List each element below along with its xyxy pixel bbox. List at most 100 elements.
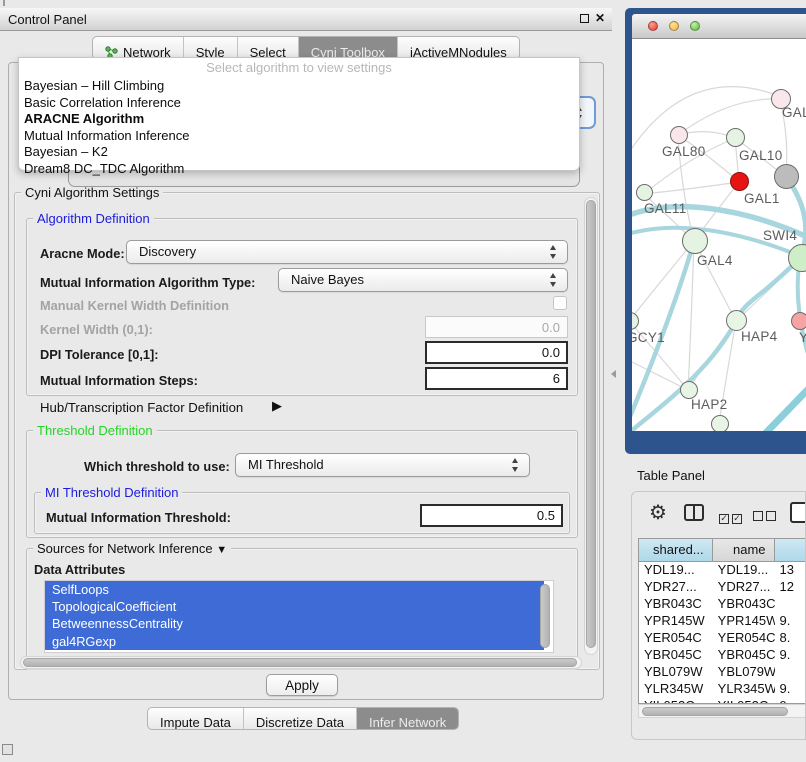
attributes-vscroll-thumb[interactable]: [540, 584, 550, 648]
aracne-mode-label: Aracne Mode:: [40, 246, 125, 261]
table-row[interactable]: YBR043CYBR043C: [639, 596, 806, 613]
table-horizontal-scrollbar[interactable]: [638, 704, 806, 718]
sources-title-text: Sources for Network Inference: [37, 541, 213, 556]
aracne-mode-combo[interactable]: Discovery: [126, 240, 568, 264]
network-node-gal80[interactable]: [670, 126, 688, 144]
columns-icon[interactable]: [684, 504, 704, 521]
deselect-checkboxes-icon[interactable]: [753, 508, 776, 526]
network-node-gal1[interactable]: [730, 172, 749, 191]
tab-infer-network[interactable]: Infer Network: [357, 708, 458, 730]
control-panel-titlebar: Control Panel ✕: [0, 8, 612, 31]
threshold-definition-title: Threshold Definition: [33, 423, 157, 438]
attribute-topologicalcoefficient[interactable]: TopologicalCoefficient: [45, 598, 544, 615]
node-label: GCY1: [632, 330, 665, 345]
algorithm-item-bayesian-hill-climbing[interactable]: Bayesian – Hill Climbing: [19, 77, 579, 94]
attribute-betweennesscentrality[interactable]: BetweennessCentrality: [45, 615, 544, 632]
mi-threshold-field[interactable]: 0.5: [420, 504, 563, 527]
table-hscroll-thumb[interactable]: [642, 707, 788, 716]
node-label: GAL1: [744, 191, 780, 206]
column-header-name[interactable]: name: [713, 539, 775, 562]
network-node-gal11[interactable]: [636, 184, 653, 201]
mi-steps-field[interactable]: 6: [425, 367, 568, 390]
network-node-gal4[interactable]: [682, 228, 708, 254]
tab-discretize-data[interactable]: Discretize Data: [244, 708, 357, 730]
apply-button[interactable]: Apply: [266, 674, 338, 696]
network-node-hap4[interactable]: [726, 310, 747, 331]
table-panel-title: Table Panel: [637, 468, 705, 483]
settings-horizontal-scrollbar[interactable]: [20, 656, 582, 669]
table-row[interactable]: YDL19...YDL19...13: [639, 562, 806, 579]
network-canvas[interactable]: GAL GAL80 GAL10 GAL1 GAL11 SWI4 GAL4 GCY…: [632, 39, 806, 431]
node-label: HAP4: [741, 329, 777, 344]
column-header-partial[interactable]: [775, 539, 806, 562]
select-all-checkboxes-icon[interactable]: ✓✓: [719, 508, 742, 526]
which-threshold-value: MI Threshold: [248, 457, 324, 472]
tab-impute-data[interactable]: Impute Data: [148, 708, 244, 730]
mi-threshold-label: Mutual Information Threshold:: [46, 510, 231, 525]
node-label: HAP2: [691, 397, 727, 412]
stepper-arrows-icon: [549, 245, 558, 259]
table-row[interactable]: YLR345WYLR345W9.: [639, 681, 806, 698]
minimize-traffic-light-icon[interactable]: [669, 21, 679, 31]
control-panel-title: Control Panel: [8, 12, 87, 27]
table-header-row: shared... name: [639, 539, 806, 562]
manual-kernel-checkbox[interactable]: [553, 296, 567, 310]
table-row[interactable]: YER054CYER054C8.: [639, 630, 806, 647]
hub-definition-label[interactable]: Hub/Transcription Factor Definition: [40, 400, 243, 415]
column-header-shared-name[interactable]: shared...: [639, 539, 713, 562]
settings-group-title: Cyni Algorithm Settings: [21, 185, 163, 200]
dpi-tolerance-field[interactable]: 0.0: [425, 341, 568, 364]
close-icon[interactable]: ✕: [595, 11, 605, 25]
attribute-table: shared... name YDL19...YDL19...13 YDR27.…: [638, 538, 806, 704]
bottom-tabbar: Impute Data Discretize Data Infer Networ…: [147, 707, 459, 730]
table-panel: ⚙ ✓✓ shared... name YDL19...YDL19...13 Y…: [631, 491, 806, 740]
table-row[interactable]: YDR27...YDR27...12: [639, 579, 806, 596]
manual-kernel-label: Manual Kernel Width Definition: [40, 298, 229, 313]
node-label: GAL80: [662, 144, 706, 159]
table-row[interactable]: YBL079WYBL079W: [639, 664, 806, 681]
node-label: Y: [799, 330, 806, 345]
network-node-bottom[interactable]: [711, 415, 729, 431]
which-threshold-combo[interactable]: MI Threshold: [235, 453, 530, 477]
algorithm-item-basic-correlation[interactable]: Basic Correlation Inference: [19, 94, 579, 111]
algorithm-dropdown-popup: Select algorithm to view settings Bayesi…: [18, 57, 580, 171]
zoom-traffic-light-icon[interactable]: [690, 21, 700, 31]
mi-type-value: Naive Bayes: [291, 272, 364, 287]
algorithm-item-dream8[interactable]: Dream8 DC_TDC Algorithm: [19, 160, 579, 177]
algorithm-item-mutual-information[interactable]: Mutual Information Inference: [19, 127, 579, 144]
algorithm-item-bayesian-k2[interactable]: Bayesian – K2: [19, 143, 579, 160]
kernel-width-field[interactable]: 0.0: [425, 316, 568, 338]
mi-type-label: Mutual Information Algorithm Type:: [40, 275, 255, 290]
expand-right-arrow-icon[interactable]: ▶: [272, 398, 282, 414]
attribute-selfloops[interactable]: SelfLoops: [45, 581, 544, 598]
float-window-icon[interactable]: [580, 14, 589, 23]
network-node-y[interactable]: [791, 312, 806, 330]
data-attributes-list: SelfLoops TopologicalCoefficient Between…: [44, 580, 554, 653]
stepper-arrows-icon: [549, 273, 558, 287]
screen: Control Panel ✕ Network Style Select Cyn…: [0, 0, 806, 762]
mi-threshold-definition-title: MI Threshold Definition: [41, 485, 182, 500]
network-window-titlebar[interactable]: [632, 14, 806, 39]
network-node-gray[interactable]: [774, 164, 799, 189]
node-label: SWI4: [763, 228, 797, 243]
sources-group-title[interactable]: Sources for Network Inference ▼: [33, 541, 231, 556]
algorithm-popup-placeholder: Select algorithm to view settings: [19, 58, 579, 77]
settings-vscroll-thumb[interactable]: [586, 200, 596, 648]
gear-icon[interactable]: ⚙: [649, 500, 667, 525]
stepper-arrows-icon: [511, 458, 520, 472]
aracne-mode-value: Discovery: [139, 244, 196, 259]
settings-vertical-scrollbar[interactable]: [584, 197, 598, 655]
attribute-gal4rgexp[interactable]: gal4RGexp: [45, 633, 544, 650]
algorithm-item-aracne[interactable]: ARACNE Algorithm: [19, 110, 579, 127]
minimized-window-icon[interactable]: [2, 744, 13, 755]
table-row[interactable]: YPR145WYPR145W9.: [639, 613, 806, 630]
close-traffic-light-icon[interactable]: [648, 21, 658, 31]
function-builder-icon[interactable]: [790, 502, 806, 523]
node-label: GAL10: [739, 148, 783, 163]
panel-splitter-handle[interactable]: [611, 368, 617, 380]
settings-hscroll-thumb[interactable]: [23, 658, 577, 667]
network-node-gal10[interactable]: [726, 128, 745, 147]
which-threshold-label: Which threshold to use:: [84, 459, 230, 474]
mi-algorithm-type-combo[interactable]: Naive Bayes: [278, 268, 568, 292]
table-row[interactable]: YBR045CYBR045C9.: [639, 647, 806, 664]
